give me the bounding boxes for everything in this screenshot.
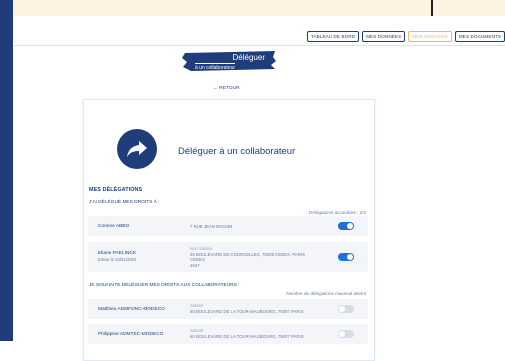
- collaborator-extra: 4947: [190, 262, 200, 268]
- collaborator-name: Corinne ABBO: [98, 224, 130, 229]
- collaborator-row: Philippine ADMTEC-MODECO Salarié 60 BOUL…: [88, 324, 368, 344]
- delegated-heading: J'AI DÉLÉGUÉ MES DROITS À :: [89, 200, 160, 205]
- tab-mes-donnees[interactable]: MES DONNÉES: [362, 31, 406, 42]
- collaborator-address: 7 RUE JEAN IRIGUIN: [190, 224, 233, 229]
- toggle-knob: [347, 223, 353, 229]
- collaborator-address-block: Salarié 60 BOULEVARD DE LA TOUR-MAUBOURG…: [190, 303, 304, 314]
- delegation-row: Corinne ABBO 7 RUE JEAN IRIGUIN: [88, 216, 368, 236]
- toggle-knob: [339, 331, 345, 337]
- tab-mes-documents[interactable]: MES DOCUMENTS: [454, 31, 505, 42]
- delegations-count: Délégations accordées : 2/2: [309, 210, 366, 215]
- collaborator-name: Philippine ADMTEC-MODECO: [98, 332, 164, 337]
- collaborator-row: Matthieu ADMFONC-MODECO Salarié 60 BOULE…: [88, 299, 368, 319]
- left-rail: [0, 0, 16, 341]
- collaborator-name: Eliane PAELINCK: [98, 251, 137, 256]
- delegation-toggle[interactable]: [338, 330, 354, 338]
- share-arrow-icon: [117, 129, 157, 169]
- tab-tableau-de-bord[interactable]: TABLEAU DE BORD: [306, 31, 360, 42]
- wish-heading: JE SOUHAITE DÉLÉGUER MES DROITS AUX COLL…: [89, 283, 240, 288]
- delegation-toggle[interactable]: [338, 305, 354, 313]
- main-nav: TABLEAU DE BORD MES DONNÉES MES SERVICES…: [306, 31, 505, 42]
- collaborator-address: 25 BOULEVARD DE COURCELLES, 75008 CEDEX,…: [190, 251, 305, 263]
- collaborator-address: 60 BOULEVARD DE LA TOUR-MAUBOURG, 75007 …: [190, 333, 304, 339]
- banner-title: Déléguer: [232, 53, 265, 62]
- arrow-left-icon: ←: [213, 85, 218, 90]
- emission-date: Emise le 10/01/2022: [98, 257, 137, 262]
- toggle-knob: [347, 254, 353, 260]
- collaborator-address: 60 BOULEVARD DE LA TOUR-MAUBOURG, 75007 …: [190, 308, 304, 314]
- section-title: MES DÉLÉGATIONS: [89, 187, 143, 193]
- max-reached-note: Nombre de délégations maximal atteint: [286, 291, 366, 296]
- delegation-toggle[interactable]: [338, 253, 354, 261]
- collaborator-name: Matthieu ADMFONC-MODECO: [98, 307, 165, 312]
- collaborator-address-block: Non Salarié 25 BOULEVARD DE COURCELLES, …: [190, 246, 320, 268]
- collaborator-address-block: Salarié 60 BOULEVARD DE LA TOUR-MAUBOURG…: [190, 328, 304, 339]
- delegation-card: Déléguer à un collaborateur MES DÉLÉGATI…: [83, 99, 375, 361]
- banner-subtitle: à un collaborateur: [195, 63, 236, 71]
- back-link[interactable]: ← RETOUR: [213, 85, 240, 90]
- page-banner: Déléguer à un collaborateur: [181, 51, 277, 71]
- card-title: Déléguer à un collaborateur: [178, 146, 296, 157]
- delegation-toggle[interactable]: [338, 222, 354, 230]
- tab-mes-services[interactable]: MES SERVICES: [408, 31, 452, 42]
- text-cursor: [431, 0, 433, 16]
- back-label: RETOUR: [219, 85, 240, 90]
- toggle-knob: [339, 306, 345, 312]
- header-divider: [13, 45, 505, 46]
- delegation-row: Eliane PAELINCK Emise le 10/01/2022 Non …: [88, 242, 368, 272]
